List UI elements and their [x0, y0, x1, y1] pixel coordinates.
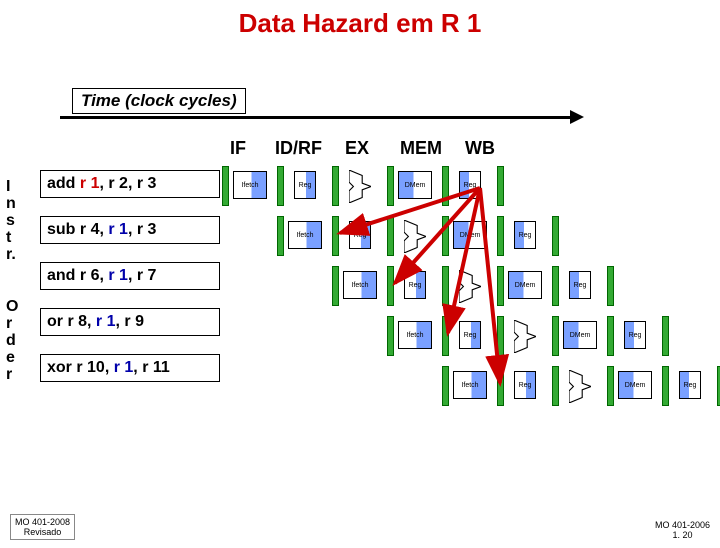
pipeline-latch-bar: [332, 266, 339, 306]
stage-box: Reg: [349, 221, 371, 249]
instr-op: add: [47, 175, 75, 192]
stage-box: DMem: [618, 371, 652, 399]
instr-args: , r 11: [133, 359, 169, 376]
instr-op: and: [47, 267, 75, 284]
page-title: Data Hazard em R 1: [0, 8, 720, 39]
instr-op: xor: [47, 359, 72, 376]
pipeline-latch-bar: [607, 366, 614, 406]
instr-src: r 1: [96, 313, 116, 330]
instr-op: sub: [47, 221, 75, 238]
side-label-instr: I n s t r.: [6, 178, 16, 263]
pipeline-latch-bar: [662, 316, 669, 356]
pipeline-latch-bar: [497, 166, 504, 206]
time-axis-arrow: [60, 116, 570, 119]
instr-op: or: [47, 313, 63, 330]
stage-wb: WB: [465, 138, 495, 159]
instr-args: r 4,: [80, 221, 108, 238]
footer-text: 1. 20: [655, 530, 710, 540]
stage-box: Ifetch: [233, 171, 267, 199]
pipeline-latch-bar: [442, 366, 449, 406]
pipeline-latch-bar: [222, 166, 229, 206]
instr-rest: , r 2, r 3: [99, 175, 156, 192]
pipeline-latch-bar: [552, 366, 559, 406]
stage-box: Reg: [404, 271, 426, 299]
stage-box: DMem: [563, 321, 597, 349]
instr-args: , r 3: [128, 221, 156, 238]
pipeline-latch-bar: [387, 266, 394, 306]
pipeline-latch-bar: [442, 166, 449, 206]
instr-dest: r 1: [80, 175, 100, 192]
instr-row: add r 1, r 2, r 3: [40, 170, 220, 198]
time-axis-label: Time (clock cycles): [72, 88, 246, 114]
instr-args: , r 9: [116, 313, 144, 330]
pipeline-latch-bar: [607, 266, 614, 306]
stage-box: Reg: [679, 371, 701, 399]
instr-row: sub r 4, r 1, r 3: [40, 216, 220, 244]
stage-ex: EX: [345, 138, 369, 159]
footer-text: MO 401-2006: [655, 520, 710, 530]
stage-box: Reg: [569, 271, 591, 299]
stage-box: Ifetch: [398, 321, 432, 349]
stage-box: DMem: [508, 271, 542, 299]
stage-box: Reg: [294, 171, 316, 199]
alu-icon: [404, 220, 426, 250]
side-label-order: O r d e r: [6, 298, 18, 383]
stage-mem: MEM: [400, 138, 442, 159]
footer-right: MO 401-2006 1. 20: [655, 520, 710, 540]
stage-box: Reg: [459, 321, 481, 349]
pipeline-latch-bar: [332, 216, 339, 256]
instr-row: and r 6, r 1, r 7: [40, 262, 220, 290]
pipeline-latch-bar: [387, 216, 394, 256]
pipeline-latch-bar: [387, 316, 394, 356]
instr-row: or r 8, r 1, r 9: [40, 308, 220, 336]
pipeline-latch-bar: [277, 216, 284, 256]
stage-id: ID/RF: [275, 138, 322, 159]
pipeline-latch-bar: [387, 166, 394, 206]
instr-src: r 1: [108, 267, 128, 284]
footer-text: MO 401-2008: [15, 517, 70, 527]
stage-box: Ifetch: [453, 371, 487, 399]
instr-args: r 6,: [80, 267, 108, 284]
pipeline-latch-bar: [442, 216, 449, 256]
pipeline-latch-bar: [497, 216, 504, 256]
pipeline-latch-bar: [662, 366, 669, 406]
instr-args: r 8,: [67, 313, 95, 330]
stage-box: DMem: [398, 171, 432, 199]
pipeline-latch-bar: [607, 316, 614, 356]
stage-box: Reg: [624, 321, 646, 349]
stage-box: Reg: [459, 171, 481, 199]
instr-row: xor r 10, r 1, r 11: [40, 354, 220, 382]
alu-icon: [349, 170, 371, 200]
stage-if: IF: [230, 138, 246, 159]
stage-box: Ifetch: [288, 221, 322, 249]
pipeline-latch-bar: [497, 316, 504, 356]
footer-text: Revisado: [15, 527, 70, 537]
pipeline-latch-bar: [332, 166, 339, 206]
stage-box: Reg: [514, 371, 536, 399]
stage-box: DMem: [453, 221, 487, 249]
instr-args: , r 7: [128, 267, 156, 284]
stage-box: Reg: [514, 221, 536, 249]
instruction-column: add r 1, r 2, r 3 sub r 4, r 1, r 3 and …: [40, 170, 220, 400]
stage-box: Ifetch: [343, 271, 377, 299]
pipeline-latch-bar: [497, 366, 504, 406]
pipeline-latch-bar: [442, 316, 449, 356]
instr-args: r 10,: [76, 359, 113, 376]
pipeline-latch-bar: [552, 266, 559, 306]
pipeline-latch-bar: [277, 166, 284, 206]
pipeline-latch-bar: [497, 266, 504, 306]
alu-icon: [514, 320, 536, 350]
pipeline-latch-bar: [552, 216, 559, 256]
pipeline-latch-bar: [552, 316, 559, 356]
pipeline-latch-bar: [442, 266, 449, 306]
alu-icon: [459, 270, 481, 300]
instr-src: r 1: [114, 359, 134, 376]
alu-icon: [569, 370, 591, 400]
instr-src: r 1: [108, 221, 128, 238]
footer-left: MO 401-2008 Revisado: [10, 514, 75, 540]
